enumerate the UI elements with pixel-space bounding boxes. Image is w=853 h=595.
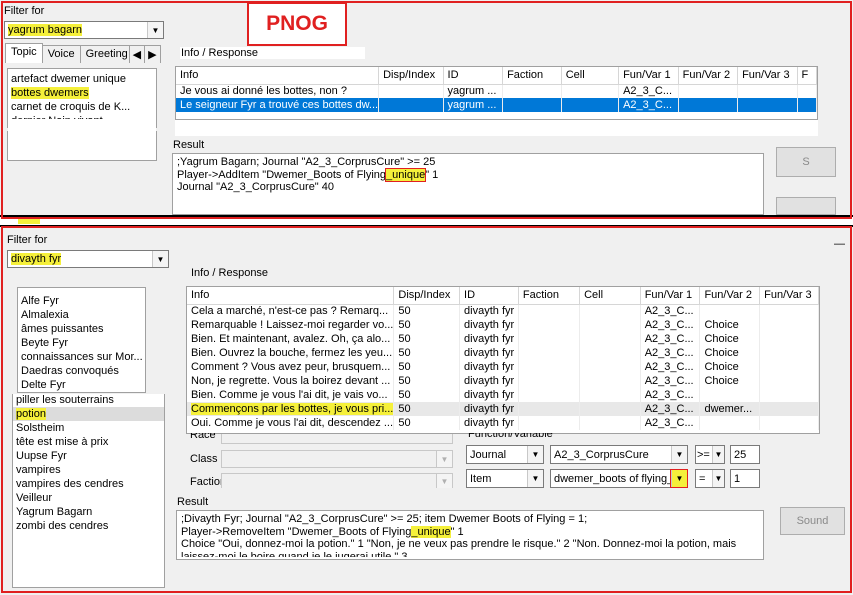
annotation-frame-top (1, 1, 852, 219)
divider-yellow-mark (18, 219, 40, 224)
annotation-frame-bottom (1, 226, 852, 593)
